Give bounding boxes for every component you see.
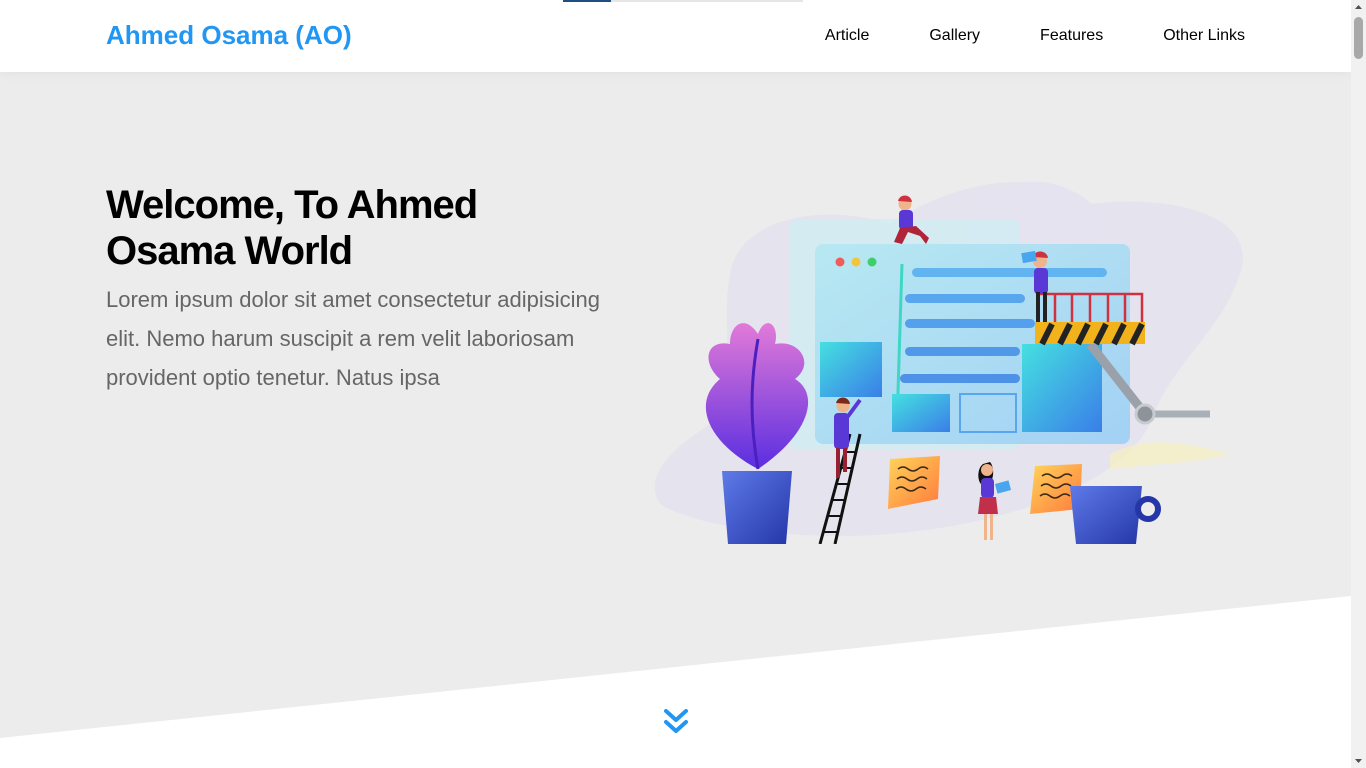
vertical-scrollbar[interactable] (1351, 0, 1366, 768)
double-chevron-down-icon[interactable] (660, 706, 692, 738)
site-header: Ahmed Osama (AO) Article Gallery Feature… (0, 0, 1351, 72)
nav-link-gallery[interactable]: Gallery (929, 0, 980, 72)
scrollbar-thumb[interactable] (1354, 17, 1363, 59)
scroll-progress-bar (563, 0, 803, 2)
landing-title: Welcome, To Ahmed Osama World (106, 183, 478, 273)
scroll-up-arrow-icon[interactable] (1351, 0, 1366, 15)
page: Ahmed Osama (AO) Article Gallery Feature… (0, 0, 1351, 768)
site-logo[interactable]: Ahmed Osama (AO) (106, 20, 352, 50)
main-nav: Article Gallery Features Other Links (825, 0, 1245, 72)
landing-description: Lorem ipsum dolor sit amet consectetur a… (106, 287, 601, 390)
nav-link-other-links[interactable]: Other Links (1163, 0, 1245, 72)
scroll-progress-fill (563, 0, 611, 2)
nav-link-article[interactable]: Article (825, 0, 869, 72)
nav-link-features[interactable]: Features (1040, 0, 1103, 72)
intro-text-block: Welcome, To Ahmed Osama World Lorem ipsu… (106, 182, 606, 397)
landing-illustration (654, 181, 1243, 544)
scroll-down-arrow-icon[interactable] (1351, 753, 1366, 768)
